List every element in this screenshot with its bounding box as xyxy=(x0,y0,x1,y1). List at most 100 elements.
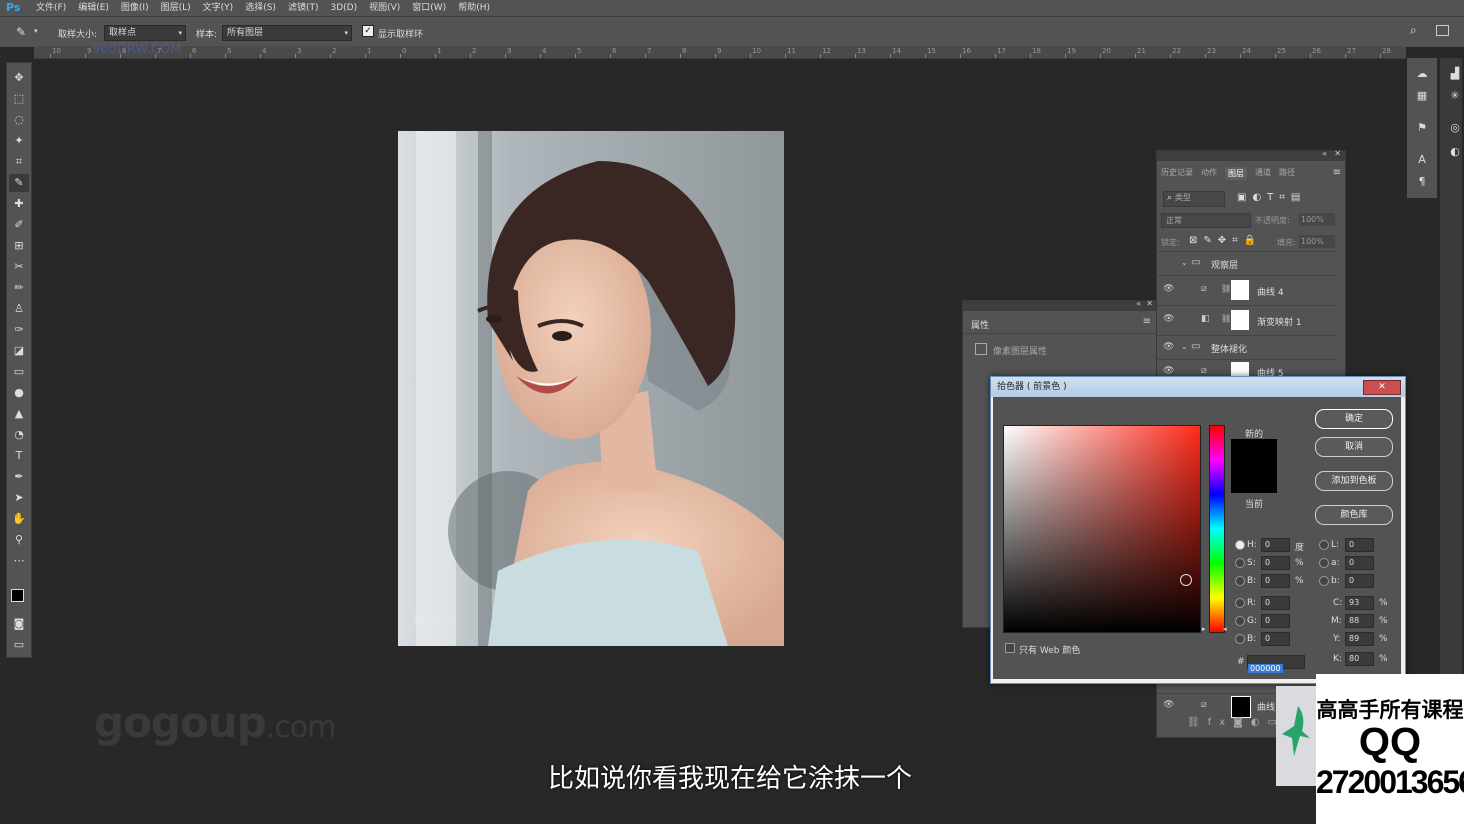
hex-field[interactable]: 000000 xyxy=(1247,655,1305,673)
layers-tab[interactable]: 图层 xyxy=(1225,167,1247,180)
menu-icon[interactable]: ≡ xyxy=(1143,316,1151,327)
libraries-icon[interactable]: ☁ xyxy=(1413,66,1431,82)
layers-tab[interactable]: 通道 xyxy=(1255,167,1271,180)
zoom-tool-icon[interactable]: ⚲ xyxy=(9,531,29,549)
sharpen-tool-icon[interactable]: ▲ xyxy=(9,405,29,423)
menu-item[interactable]: 帮助(H) xyxy=(458,0,490,16)
l-field[interactable]: 0 xyxy=(1345,538,1374,552)
workspace-icon[interactable] xyxy=(1436,25,1449,36)
eye-icon[interactable]: 👁 xyxy=(1163,342,1174,352)
hue-slider[interactable] xyxy=(1209,425,1225,633)
current-color-swatch[interactable] xyxy=(1231,467,1277,493)
search-icon[interactable]: ⌕ xyxy=(1410,23,1417,38)
lasso-tool-icon[interactable]: ◌ xyxy=(9,111,29,129)
more-tools-icon[interactable]: ⋯ xyxy=(9,552,29,570)
navigator-icon[interactable]: ✳ xyxy=(1446,88,1464,104)
type-panel-icon[interactable]: A xyxy=(1413,152,1431,168)
b-radio[interactable] xyxy=(1235,576,1245,586)
a-field[interactable]: 0 xyxy=(1345,556,1374,570)
menu-item[interactable]: 文件(F) xyxy=(36,0,66,16)
hue-slider-handle-right[interactable]: ◂ xyxy=(1223,625,1227,633)
layer-actions-bar[interactable]: ⛓fx◙◐▭ xyxy=(1187,717,1285,728)
m-field[interactable]: 88 xyxy=(1345,614,1374,628)
blend-mode-select[interactable]: 正常 xyxy=(1161,213,1251,228)
quick-mask-icon[interactable]: ◙ xyxy=(9,615,29,633)
clone-stamp-tool-icon[interactable]: ⊞ xyxy=(9,237,29,255)
b-field[interactable]: 0 xyxy=(1261,574,1290,588)
menu-item[interactable]: 选择(S) xyxy=(245,0,276,16)
crop-tool-icon[interactable]: ⌗ xyxy=(9,153,29,171)
blue-radio[interactable] xyxy=(1235,634,1245,644)
healing-brush-tool-icon[interactable]: ✚ xyxy=(9,195,29,213)
layer-row[interactable]: 👁 ⌄ ▭ 整体褪化 xyxy=(1157,335,1337,360)
marquee-tool-icon[interactable]: ⬚ xyxy=(9,90,29,108)
lab-b-field[interactable]: 0 xyxy=(1345,574,1374,588)
pencil-tool-icon[interactable]: ✏ xyxy=(9,279,29,297)
a-radio[interactable] xyxy=(1319,558,1329,568)
menu-item[interactable]: 编辑(E) xyxy=(78,0,109,16)
move-tool-icon[interactable]: ✥ xyxy=(9,69,29,87)
layer-row[interactable]: 👁 ⧄ ⛓ 曲线 4 xyxy=(1157,275,1337,306)
stamp-tool-icon[interactable]: ♙ xyxy=(9,300,29,318)
l-radio[interactable] xyxy=(1319,540,1329,550)
paragraph-icon[interactable]: ¶ xyxy=(1413,174,1431,190)
eye-icon[interactable]: 👁 xyxy=(1163,284,1174,294)
layer-row[interactable]: ⌄ ▭ 观察层 xyxy=(1157,251,1337,276)
lab-b-radio[interactable] xyxy=(1319,576,1329,586)
fill-field[interactable]: 100% xyxy=(1299,235,1335,248)
collapse-icon[interactable]: « xyxy=(1322,149,1327,158)
histogram-icon[interactable]: ▟ xyxy=(1446,66,1464,82)
gradient-tool-icon[interactable]: ▭ xyxy=(9,363,29,381)
menu-item[interactable]: 图层(L) xyxy=(161,0,191,16)
menu-item[interactable]: 滤镜(T) xyxy=(288,0,319,16)
close-icon[interactable]: ✕ xyxy=(1146,299,1153,308)
menu-icon[interactable]: ≡ xyxy=(1333,167,1341,178)
eraser-tool-icon[interactable]: ◪ xyxy=(9,342,29,360)
dodge-tool-icon[interactable]: ◔ xyxy=(9,426,29,444)
saturation-brightness-field[interactable] xyxy=(1003,425,1201,633)
cancel-button[interactable]: 取消 xyxy=(1315,437,1393,457)
web-only-checkbox[interactable] xyxy=(1005,643,1015,653)
layer-filter-select[interactable]: ⌕ 类型 xyxy=(1163,191,1225,207)
g-radio[interactable] xyxy=(1235,616,1245,626)
menu-item[interactable]: 3D(D) xyxy=(330,0,357,16)
ok-button[interactable]: 确定 xyxy=(1315,409,1393,429)
collapse-icon[interactable]: « xyxy=(1136,299,1141,308)
menu-item[interactable]: 图像(I) xyxy=(121,0,149,16)
sample-size-select[interactable]: 取样点 ▾ xyxy=(104,25,186,41)
foreground-color-swatch[interactable] xyxy=(11,589,24,602)
menu-item[interactable]: 文字(Y) xyxy=(203,0,234,16)
y-field[interactable]: 89 xyxy=(1345,632,1374,646)
blue-field[interactable]: 0 xyxy=(1261,632,1290,646)
sample-select[interactable]: 所有图层 ▾ xyxy=(222,25,352,41)
blur-tool-icon[interactable]: ● xyxy=(9,384,29,402)
add-to-swatches-button[interactable]: 添加到色板 xyxy=(1315,471,1393,491)
s-field[interactable]: 0 xyxy=(1261,556,1290,570)
eye-icon[interactable]: 👁 xyxy=(1163,366,1174,376)
hand-tool-icon[interactable]: ✋ xyxy=(9,510,29,528)
close-icon[interactable]: ✕ xyxy=(1334,149,1341,158)
h-radio[interactable] xyxy=(1235,540,1245,550)
layers-tab[interactable]: 历史记录 xyxy=(1161,167,1193,180)
close-button[interactable]: ✕ xyxy=(1363,380,1401,395)
filter-type-icons[interactable]: ▣◐T⌗▤ xyxy=(1237,192,1306,203)
show-ring-checkbox[interactable]: ✓ xyxy=(362,25,374,37)
canvas-photo[interactable]: 366-607 xyxy=(398,131,784,646)
brush-tool-icon[interactable]: ✐ xyxy=(9,216,29,234)
chevron-down-icon[interactable]: ⌄ xyxy=(1181,258,1188,267)
g-field[interactable]: 0 xyxy=(1261,614,1290,628)
eyedropper-icon[interactable]: ✎ xyxy=(16,25,26,39)
eyedropper-tool-icon[interactable]: ✎ xyxy=(9,174,29,192)
picker-cursor[interactable] xyxy=(1180,574,1192,586)
layers-tab[interactable]: 路径 xyxy=(1279,167,1295,180)
character-icon[interactable]: ⚑ xyxy=(1413,120,1431,136)
chevron-down-icon[interactable]: ⌄ xyxy=(1181,342,1188,351)
eye-icon[interactable]: 👁 xyxy=(1163,700,1174,710)
screen-mode-icon[interactable]: ▭ xyxy=(9,636,29,654)
type-tool-icon[interactable]: T xyxy=(9,447,29,465)
magic-wand-tool-icon[interactable]: ✦ xyxy=(9,132,29,150)
art-brush-tool-icon[interactable]: ✑ xyxy=(9,321,29,339)
swatches-icon[interactable]: ▦ xyxy=(1413,88,1431,104)
opacity-field[interactable]: 100% xyxy=(1299,213,1335,226)
s-radio[interactable] xyxy=(1235,558,1245,568)
